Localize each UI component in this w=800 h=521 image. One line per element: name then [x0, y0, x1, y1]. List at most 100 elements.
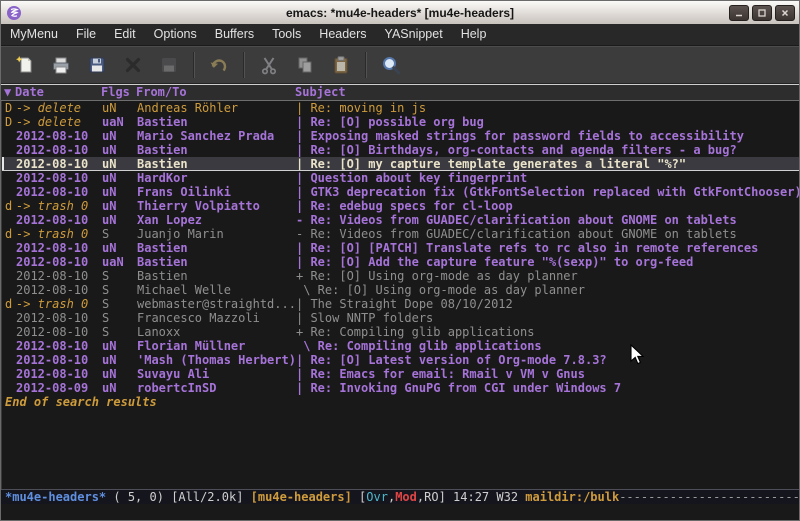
message-row[interactable]: d-> trash 0uNThierry Volpiatto| Re: edeb…	[2, 199, 799, 213]
message-mark: D	[5, 101, 16, 115]
message-mark	[5, 381, 16, 395]
menu-item-help[interactable]: Help	[452, 24, 496, 45]
message-row[interactable]: 2012-08-10uNMario Sanchez Prada| Exposin…	[2, 129, 799, 143]
message-mark: d	[5, 297, 16, 311]
message-from: Mario Sanchez Prada	[137, 129, 296, 143]
column-header-flags[interactable]: Flgs	[101, 85, 136, 100]
message-flags: uN	[102, 213, 137, 227]
message-date: 2012-08-10	[16, 171, 102, 185]
message-row[interactable]: 2012-08-10uNBastien| Re: [O] [PATCH] Tra…	[2, 241, 799, 255]
column-header-from[interactable]: From/To	[136, 85, 295, 100]
message-row[interactable]: 2012-08-10uNBastien| Re: [O] my capture …	[2, 157, 799, 171]
minibuffer[interactable]	[1, 504, 799, 520]
message-flags: uN	[102, 367, 137, 381]
message-row[interactable]: 2012-08-10SBastien+ Re: [O] Using org-mo…	[2, 269, 799, 283]
search-button[interactable]	[374, 50, 408, 80]
message-from: Bastien	[137, 143, 296, 157]
message-row[interactable]: 2012-08-10SFrancesco Mazzoli| Slow NNTP …	[2, 311, 799, 325]
maximize-button[interactable]	[752, 5, 772, 21]
message-row[interactable]: 2012-08-10uaNBastien| Re: [O] Add the ca…	[2, 255, 799, 269]
message-date: 2012-08-10	[16, 269, 102, 283]
modeline-maildir: maildir:/bulk	[525, 490, 619, 504]
message-subject: \ Re: [O] Using org-mode as day planner	[296, 283, 799, 297]
message-row[interactable]: 2012-08-09uNrobertcInSD| Re: Invoking Gn…	[2, 381, 799, 395]
message-date: 2012-08-10	[16, 311, 102, 325]
menu-item-mymenu[interactable]: MyMenu	[1, 24, 67, 45]
message-row[interactable]: 2012-08-10uNHardKor| Question about key …	[2, 171, 799, 185]
column-header-subject[interactable]: Subject	[295, 85, 799, 100]
message-mark	[5, 353, 16, 367]
close-button[interactable]	[775, 5, 795, 21]
undo-icon	[209, 55, 229, 75]
message-date: -> delete	[16, 101, 102, 115]
column-header-date[interactable]: Date	[15, 85, 101, 100]
maximize-icon	[757, 8, 767, 18]
message-subject: | Re: [O] Add the capture feature "%(sex…	[296, 255, 799, 269]
message-subject: + Re: [O] Using org-mode as day planner	[296, 269, 799, 283]
message-date: 2012-08-10	[16, 325, 102, 339]
message-date: 2012-08-10	[16, 339, 102, 353]
message-subject: | Re: [O] Latest version of Org-mode 7.8…	[296, 353, 799, 367]
message-from: Bastien	[137, 115, 296, 129]
new-file-button[interactable]	[8, 50, 42, 80]
message-row[interactable]: 2012-08-10uNFrans Oilinki| GTK3 deprecat…	[2, 185, 799, 199]
message-row[interactable]: 2012-08-10SMichael Welle \ Re: [O] Using…	[2, 283, 799, 297]
message-date: 2012-08-10	[16, 185, 102, 199]
message-row[interactable]: 2012-08-10uNBastien| Re: [O] Birthdays, …	[2, 143, 799, 157]
undo-button[interactable]	[202, 50, 236, 80]
menu-item-buffers[interactable]: Buffers	[206, 24, 263, 45]
message-subject: | Re: [O] possible org bug	[296, 115, 799, 129]
message-flags: uN	[102, 101, 137, 115]
message-mark	[5, 185, 16, 199]
message-row[interactable]: d-> trash 0Swebmaster@straightd...| The …	[2, 297, 799, 311]
modeline-modified-flag: Mod	[395, 490, 417, 504]
modeline-clock: 14:27 W32	[446, 490, 525, 504]
menu-bar: MyMenuFileEditOptionsBuffersToolsHeaders…	[1, 24, 799, 46]
message-date: -> trash 0	[16, 227, 102, 241]
copy-button[interactable]	[288, 50, 322, 80]
close-buffer-button[interactable]	[116, 50, 150, 80]
save-button[interactable]	[80, 50, 114, 80]
message-row[interactable]: 2012-08-10uNXan Lopez- Re: Videos from G…	[2, 213, 799, 227]
message-flags: uN	[102, 143, 137, 157]
message-mark	[5, 171, 16, 185]
print-button[interactable]	[44, 50, 78, 80]
message-row[interactable]: 2012-08-10uNSuvayu Ali| Re: Emacs for em…	[2, 367, 799, 381]
message-subject: + Re: Compiling glib applications	[296, 325, 799, 339]
minimize-button[interactable]	[729, 5, 749, 21]
message-from: Bastien	[137, 241, 296, 255]
message-date: -> trash 0	[16, 199, 102, 213]
message-subject: \ Re: Compiling glib applications	[296, 339, 799, 353]
message-from: Andreas Röhler	[137, 101, 296, 115]
message-flags: S	[102, 283, 137, 297]
message-row[interactable]: d-> trash 0SJuanjo Marin- Re: Videos fro…	[2, 227, 799, 241]
menu-item-options[interactable]: Options	[145, 24, 206, 45]
message-row[interactable]: 2012-08-10SLanoxx+ Re: Compiling glib ap…	[2, 325, 799, 339]
menu-item-file[interactable]: File	[67, 24, 105, 45]
toolbar-separator	[243, 52, 245, 78]
message-subject: | GTK3 deprecation fix (GtkFontSelection…	[296, 185, 799, 199]
menu-item-edit[interactable]: Edit	[105, 24, 145, 45]
emacs-window: emacs: *mu4e-headers* [mu4e-headers] MyM…	[0, 0, 800, 521]
message-row[interactable]: 2012-08-10uNFlorian Müllner \ Re: Compil…	[2, 339, 799, 353]
message-date: 2012-08-10	[16, 129, 102, 143]
message-mark	[5, 255, 16, 269]
sort-direction-icon: ▼	[4, 85, 15, 100]
message-date: 2012-08-10	[16, 283, 102, 297]
menu-item-tools[interactable]: Tools	[263, 24, 310, 45]
message-flags: uN	[102, 129, 137, 143]
message-date: 2012-08-10	[16, 353, 102, 367]
message-subject: | Slow NNTP folders	[296, 311, 799, 325]
message-subject: - Re: Videos from GUADEC/clarification a…	[296, 213, 799, 227]
message-mark: d	[5, 227, 16, 241]
message-row[interactable]: D-> deleteuNAndreas Röhler| Re: moving i…	[2, 101, 799, 115]
message-flags: S	[102, 297, 137, 311]
cut-button[interactable]	[252, 50, 286, 80]
menu-item-headers[interactable]: Headers	[310, 24, 375, 45]
paste-button[interactable]	[324, 50, 358, 80]
message-row[interactable]: 2012-08-10uN'Mash (Thomas Herbert)| Re: …	[2, 353, 799, 367]
save-as-button[interactable]	[152, 50, 186, 80]
message-row[interactable]: D-> deleteuaNBastien| Re: [O] possible o…	[2, 115, 799, 129]
message-date: 2012-08-10	[16, 143, 102, 157]
menu-item-yasnippet[interactable]: YASnippet	[376, 24, 452, 45]
